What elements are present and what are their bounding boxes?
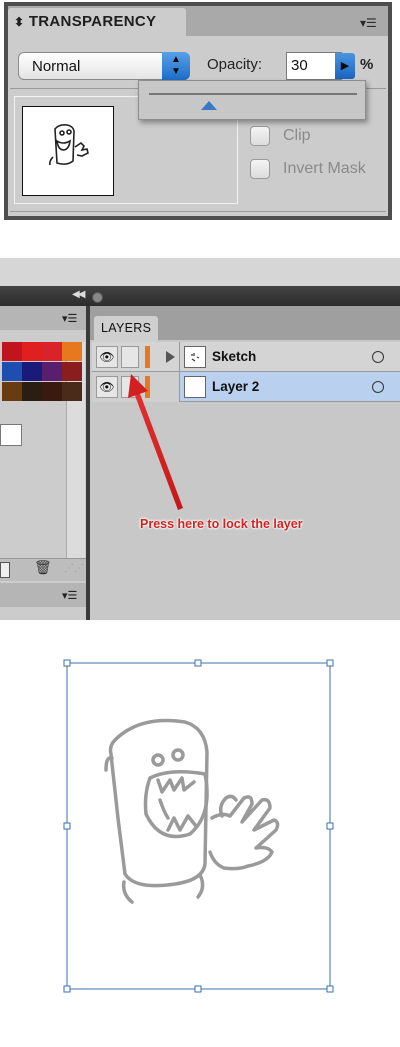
- layers-panel-region: ◀◀ ▾☰ 🗑 ⋰⋰ ▾☰ LAYERS 👁 Sketch 👁 Layer 2: [0, 258, 400, 620]
- swatch-chip[interactable]: [62, 362, 82, 381]
- invert-mask-checkbox[interactable]: [250, 159, 270, 179]
- swatch-chip[interactable]: [42, 362, 62, 381]
- invert-mask-label: Invert Mask: [283, 160, 366, 177]
- swatch-chip[interactable]: [62, 342, 82, 361]
- collapse-toggle-icon[interactable]: ⬍: [14, 15, 24, 29]
- blend-mode-dropdown[interactable]: Normal ▲ ▼: [18, 52, 190, 80]
- opacity-input[interactable]: 30: [286, 52, 342, 80]
- transparency-panel-region: ⬍ TRANSPARENCY ▾☰ Normal ▲ ▼ Opacity: 30 …: [0, 0, 400, 228]
- swatch-chip[interactable]: [2, 382, 22, 401]
- annotation-text: Press here to lock the layer: [140, 517, 303, 531]
- opacity-slider-popup: [138, 80, 366, 120]
- artboard-region: [0, 620, 400, 1047]
- thumbnail-sketch-icon: [49, 124, 89, 166]
- canvas[interactable]: [0, 620, 400, 1047]
- dropdown-arrows-icon[interactable]: ▲ ▼: [162, 52, 190, 80]
- opacity-label: Opacity:: [207, 56, 263, 73]
- opacity-value: 30: [291, 57, 308, 74]
- swatch-chip[interactable]: [22, 362, 42, 381]
- transparency-panel: ⬍ TRANSPARENCY ▾☰ Normal ▲ ▼ Opacity: 30 …: [8, 6, 388, 216]
- swatch-chip[interactable]: [42, 342, 62, 361]
- opacity-slider-track[interactable]: [149, 93, 357, 95]
- opacity-unit: %: [360, 56, 374, 73]
- panel-menu-icon[interactable]: ▾☰: [360, 16, 377, 30]
- swatch-chip[interactable]: [62, 382, 82, 401]
- swatch-chip[interactable]: [22, 382, 42, 401]
- swatch-chip[interactable]: [22, 342, 42, 361]
- opacity-slider-toggle-button[interactable]: ▶: [335, 53, 355, 79]
- monster-sketch-icon: [104, 718, 280, 904]
- clip-checkbox[interactable]: [250, 126, 270, 146]
- swatch-chip[interactable]: [42, 382, 62, 401]
- opacity-slider-thumb[interactable]: [201, 101, 217, 110]
- tab-transparency-label: ⬍ TRANSPARENCY: [14, 13, 157, 30]
- clip-label: Clip: [283, 127, 311, 144]
- swatch-chip[interactable]: [2, 342, 22, 361]
- annotation-arrow-icon: [128, 374, 183, 510]
- object-thumbnail[interactable]: [22, 106, 114, 196]
- divider: [10, 211, 386, 212]
- blend-mode-value: Normal: [32, 58, 81, 75]
- swatch-chip[interactable]: [2, 362, 22, 381]
